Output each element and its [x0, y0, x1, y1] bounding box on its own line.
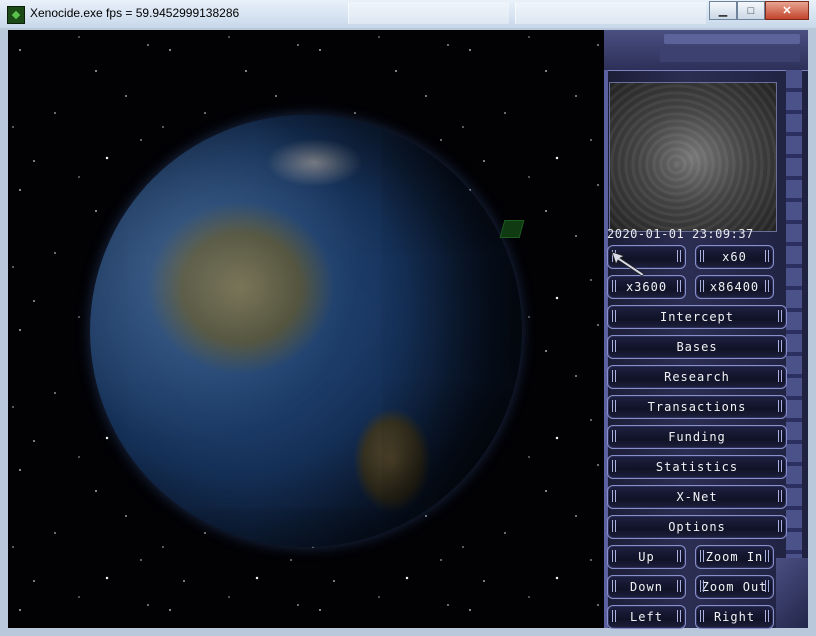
- transactions-button[interactable]: Transactions: [607, 395, 787, 419]
- xnet-button[interactable]: X-Net: [607, 485, 787, 509]
- panel-corner-decoration: [776, 558, 808, 628]
- window-title: Xenocide.exe fps = 59.9452999138286: [30, 6, 240, 20]
- background-window-ghost: [348, 2, 509, 24]
- panel-right-rail: [786, 70, 802, 590]
- title-bar: Xenocide.exe fps = 59.9452999138286 ▁ □ …: [0, 0, 816, 29]
- speed-x3600-button[interactable]: x3600: [607, 275, 686, 299]
- background-window-ghost: [515, 2, 706, 24]
- statistics-button[interactable]: Statistics: [607, 455, 787, 479]
- panel-header-decoration: [604, 30, 808, 71]
- camera-up-button[interactable]: Up: [607, 545, 686, 569]
- bases-button[interactable]: Bases: [607, 335, 787, 359]
- camera-down-button[interactable]: Down: [607, 575, 686, 599]
- speed-x86400-button[interactable]: x86400: [695, 275, 774, 299]
- geoscape-side-panel: 2020-01-01 23:09:37 x60 x3600 x86400 Int…: [604, 30, 808, 629]
- camera-right-button[interactable]: Right: [695, 605, 774, 629]
- geoscape-viewport[interactable]: [8, 30, 604, 628]
- game-clock: 2020-01-01 23:09:37: [607, 227, 754, 241]
- options-button[interactable]: Options: [607, 515, 787, 539]
- xenocide-app-icon: [7, 6, 25, 24]
- funding-button[interactable]: Funding: [607, 425, 787, 449]
- close-icon[interactable]: ✕: [765, 1, 809, 20]
- research-button[interactable]: Research: [607, 365, 787, 389]
- info-display-screen: [609, 82, 777, 232]
- camera-left-button[interactable]: Left: [607, 605, 686, 629]
- zoom-out-button[interactable]: Zoom Out: [695, 575, 774, 599]
- mouse-pointer-icon: [611, 251, 645, 277]
- earth-globe[interactable]: [90, 115, 522, 547]
- intercept-button[interactable]: Intercept: [607, 305, 787, 329]
- maximize-icon[interactable]: □: [737, 1, 765, 20]
- window-controls: ▁ □ ✕: [709, 1, 809, 20]
- zoom-in-button[interactable]: Zoom In: [695, 545, 774, 569]
- minimize-icon[interactable]: ▁: [709, 1, 737, 20]
- speed-x60-button[interactable]: x60: [695, 245, 774, 269]
